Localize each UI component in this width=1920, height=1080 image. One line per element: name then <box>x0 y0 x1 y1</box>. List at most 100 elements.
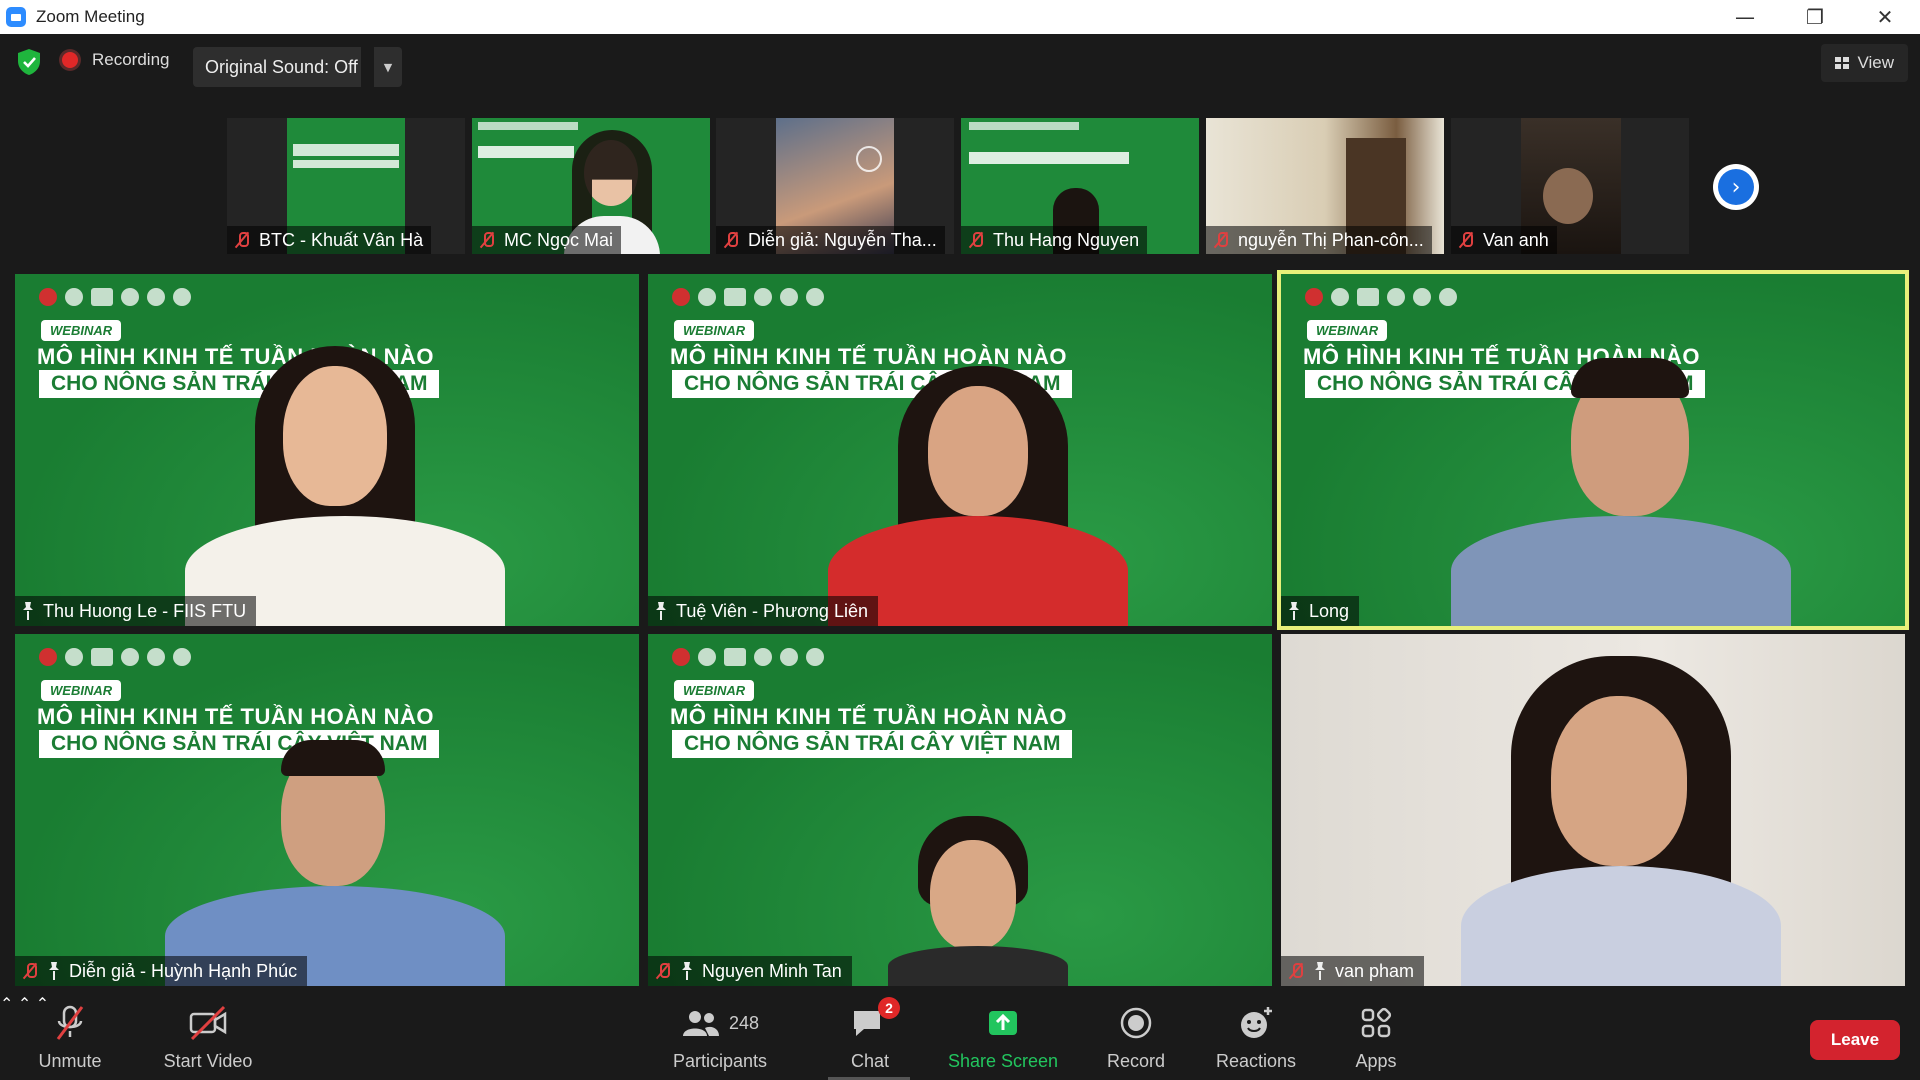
record-button[interactable]: Record <box>1096 994 1176 1080</box>
pin-icon <box>1313 962 1327 980</box>
filmstrip-tile[interactable]: MC Ngọc Mai <box>472 118 710 254</box>
next-page-button[interactable]: › <box>1713 164 1759 210</box>
unmute-button[interactable]: Unmute <box>30 994 110 1080</box>
webinar-tag: WEBINAR <box>674 320 755 341</box>
filmstrip-tile[interactable]: nguyễn Thị Phan-côn... <box>1206 118 1444 254</box>
participant-video <box>1451 636 1791 986</box>
participants-count-group: 248 <box>681 1003 759 1043</box>
participant-name: nguyễn Thị Phan-côn... <box>1238 229 1424 250</box>
webinar-tag: WEBINAR <box>674 680 755 701</box>
recording-label: Recording <box>92 50 170 69</box>
chat-unread-badge: 2 <box>878 997 900 1019</box>
participant-name: Tuệ Viên - Phương Liên <box>676 600 868 621</box>
participant-name-tag: Thu Huong Le - FIIS FTU <box>15 596 257 626</box>
participant-name: Long <box>1309 600 1350 621</box>
zoom-app-icon <box>6 7 26 27</box>
participant-name: BTC - Khuất Vân Hà <box>259 229 424 250</box>
minimize-button[interactable]: — <box>1710 0 1780 34</box>
pin-icon <box>654 602 668 620</box>
participant-name: van pham <box>1335 960 1415 981</box>
close-button[interactable]: ✕ <box>1850 0 1920 34</box>
banner-subline: CHO NÔNG SẢN TRÁI CÂY VIỆT NAM <box>672 730 1073 758</box>
audio-options-caret-icon[interactable]: ⌃ <box>0 996 13 1013</box>
video-tile[interactable]: WEBINAR MÔ HÌNH KINH TẾ TUẦN HOÀN NÀO CH… <box>15 274 639 626</box>
video-tile[interactable]: WEBINAR MÔ HÌNH KINH TẾ TUẦN HOÀN NÀO CH… <box>648 274 1272 626</box>
participant-name-tag: Van anh <box>1451 226 1557 254</box>
filmstrip-tile[interactable]: Diễn giả: Nguyễn Tha... <box>716 118 954 254</box>
participant-name-tag: nguyễn Thị Phan-côn... <box>1206 226 1432 254</box>
mic-muted-icon <box>654 962 672 980</box>
participant-name-tag: Diễn giả - Huỳnh Hạnh Phúc <box>15 956 308 986</box>
security-shield-icon[interactable] <box>16 48 42 76</box>
video-tile[interactable]: WEBINAR MÔ HÌNH KINH TẾ TUẦN HOÀN NÀO CH… <box>15 634 639 986</box>
webinar-tag: WEBINAR <box>41 320 122 341</box>
mic-muted-icon <box>1457 231 1475 249</box>
banner-headline: MÔ HÌNH KINH TẾ TUẦN HOÀN NÀO <box>37 704 435 729</box>
mic-muted-icon <box>478 231 496 249</box>
mic-muted-icon <box>56 1005 84 1040</box>
grid-view-icon <box>1835 57 1850 69</box>
participant-name-tag: Thu Hang Nguyen <box>961 226 1148 254</box>
filmstrip-tile[interactable]: BTC - Khuất Vân Hà <box>227 118 465 254</box>
share-screen-button[interactable]: Share Screen <box>940 994 1066 1080</box>
pin-icon <box>47 962 61 980</box>
original-sound-dropdown-icon[interactable]: ▼ <box>374 47 402 87</box>
chat-label: Chat <box>850 1051 890 1071</box>
video-tile[interactable]: van pham <box>1281 634 1905 986</box>
participant-name-tag: Tuệ Viên - Phương Liên <box>648 596 878 626</box>
start-video-button[interactable]: Start Video <box>158 994 258 1080</box>
participant-video <box>1441 336 1801 626</box>
participant-video <box>828 366 1128 626</box>
mic-muted-icon <box>967 231 985 249</box>
meeting-controls-toolbar: Unmute ⌃ Start Video ⌃ 248 Participants … <box>0 994 1920 1080</box>
reactions-button[interactable]: Reactions <box>1206 994 1306 1080</box>
participant-video <box>878 816 1078 986</box>
share-screen-icon <box>989 1011 1017 1035</box>
participants-icon <box>682 1011 719 1036</box>
video-tile-active-speaker[interactable]: WEBINAR MÔ HÌNH KINH TẾ TUẦN HOÀN NÀO CH… <box>1277 270 1909 630</box>
participants-count: 248 <box>728 1012 760 1033</box>
participant-name-tag: MC Ngọc Mai <box>472 226 622 254</box>
original-sound-button[interactable]: Original Sound: Off <box>193 47 361 87</box>
pin-icon <box>1287 602 1301 620</box>
participant-name: Thu Hang Nguyen <box>993 229 1140 250</box>
sponsor-logos <box>39 288 191 306</box>
participant-name-tag: van pham <box>1281 956 1425 986</box>
window-title: Zoom Meeting <box>36 7 145 26</box>
participant-name: Diễn giả - Huỳnh Hạnh Phúc <box>69 960 298 981</box>
restore-button[interactable]: ❐ <box>1780 0 1850 34</box>
filmstrip-tile[interactable]: Van anh <box>1451 118 1689 254</box>
start-video-label: Start Video <box>163 1051 253 1071</box>
participants-label: Participants <box>672 1051 768 1071</box>
sponsor-logos <box>672 288 824 306</box>
view-button[interactable]: View <box>1821 44 1908 82</box>
reactions-smiley-icon <box>1241 1007 1272 1038</box>
video-tile[interactable]: WEBINAR MÔ HÌNH KINH TẾ TUẦN HOÀN NÀO CH… <box>648 634 1272 986</box>
participant-video <box>165 326 525 626</box>
participant-name-tag: Nguyen Minh Tan <box>648 956 852 986</box>
record-icon <box>1120 1007 1152 1039</box>
recording-dot-icon <box>62 52 78 68</box>
chevron-right-icon: › <box>1731 174 1741 200</box>
recording-indicator[interactable]: Recording <box>62 50 170 70</box>
sponsor-logos <box>672 648 824 666</box>
pin-icon <box>680 962 694 980</box>
window-controls: — ❐ ✕ <box>1710 0 1920 34</box>
chat-button[interactable]: 2 Chat <box>830 994 910 1080</box>
participant-name: MC Ngọc Mai <box>504 229 614 250</box>
chat-icon-wrapper: 2 <box>850 997 900 1043</box>
participant-name: Van anh <box>1483 229 1549 250</box>
leave-button[interactable]: Leave <box>1810 1020 1900 1060</box>
participants-button[interactable]: 248 Participants <box>660 994 780 1080</box>
filmstrip-tile[interactable]: Thu Hang Nguyen <box>961 118 1199 254</box>
sponsor-logos <box>39 648 191 666</box>
record-label: Record <box>1106 1051 1166 1071</box>
webinar-tag: WEBINAR <box>1307 320 1388 341</box>
participant-name: Nguyen Minh Tan <box>702 960 842 981</box>
mic-muted-icon <box>1212 231 1230 249</box>
apps-icon <box>1361 1007 1392 1038</box>
apps-button[interactable]: Apps <box>1336 994 1416 1080</box>
participant-name: Diễn giả: Nguyễn Tha... <box>748 229 937 250</box>
share-screen-label: Share Screen <box>947 1051 1059 1071</box>
unmute-label: Unmute <box>38 1051 102 1071</box>
